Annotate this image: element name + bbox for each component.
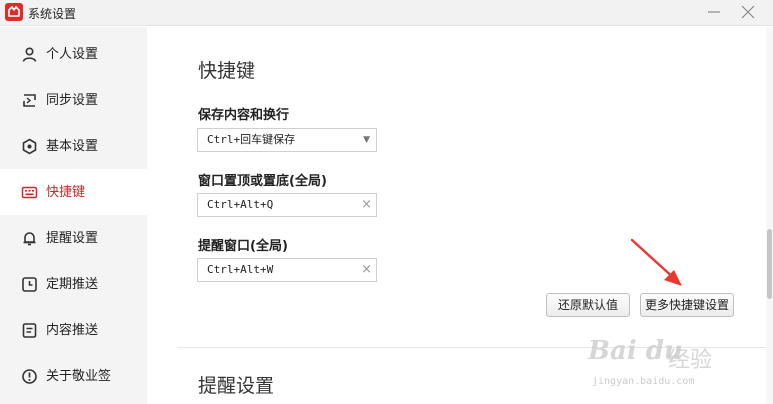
settings-icon bbox=[22, 138, 37, 155]
keyboard-icon bbox=[21, 186, 38, 199]
caret-down-icon: ▼ bbox=[363, 135, 370, 145]
annotation-arrow-icon bbox=[630, 238, 682, 286]
pin-shortcut-value: Ctrl+Alt+Q bbox=[207, 198, 274, 211]
pin-shortcut-label: 窗口置顶或置底(全局) bbox=[198, 174, 327, 189]
reminder-section-title: 提醒设置 bbox=[198, 375, 275, 397]
shortcuts-section-title: 快捷键 bbox=[198, 60, 256, 82]
bell-icon bbox=[23, 232, 36, 246]
sidebar-item-basic[interactable]: 基本设置 bbox=[0, 123, 147, 169]
save-shortcut-value: Ctrl+回车键保存 bbox=[207, 133, 296, 146]
sidebar-item-label: 基本设置 bbox=[46, 139, 99, 154]
minimize-icon bbox=[708, 11, 720, 13]
sidebar-item-label: 快捷键 bbox=[46, 185, 86, 200]
sidebar-item-about[interactable]: 关于敬业签 bbox=[0, 353, 147, 399]
title-bar: 系统设置 bbox=[0, 0, 773, 26]
app-logo-icon bbox=[5, 3, 23, 21]
more-shortcuts-button[interactable]: 更多快捷键设置 bbox=[640, 293, 734, 317]
sidebar: 个人设置 同步设置 基本设置 快捷键 提醒设置 定期推送 内容推送 关于敬业签 bbox=[0, 27, 147, 404]
clock-icon bbox=[22, 277, 37, 292]
remind-shortcut-value: Ctrl+Alt+W bbox=[207, 263, 274, 276]
scrollbar[interactable] bbox=[766, 27, 773, 404]
sidebar-item-label: 内容推送 bbox=[46, 323, 99, 338]
sidebar-item-personal[interactable]: 个人设置 bbox=[0, 31, 147, 77]
watermark-jingyan: 经验 bbox=[668, 348, 713, 373]
sidebar-item-label: 同步设置 bbox=[46, 93, 99, 108]
user-icon bbox=[22, 47, 37, 62]
sidebar-item-reminder[interactable]: 提醒设置 bbox=[0, 215, 147, 261]
sidebar-item-label: 个人设置 bbox=[46, 47, 99, 62]
remind-shortcut-label: 提醒窗口(全局) bbox=[198, 239, 288, 254]
sidebar-item-label: 关于敬业签 bbox=[46, 369, 112, 384]
watermark-url: jingyan.baidu.com bbox=[592, 376, 695, 387]
info-icon bbox=[22, 369, 37, 384]
remind-shortcut-input[interactable]: Ctrl+Alt+W × bbox=[197, 258, 377, 282]
window-title: 系统设置 bbox=[28, 7, 77, 21]
scrollbar-thumb[interactable] bbox=[767, 229, 772, 299]
minimize-button[interactable] bbox=[704, 3, 724, 21]
document-icon bbox=[22, 323, 37, 338]
sidebar-item-sync[interactable]: 同步设置 bbox=[0, 77, 147, 123]
close-icon bbox=[741, 5, 755, 19]
clear-icon[interactable]: × bbox=[361, 259, 372, 281]
sidebar-item-scheduled-push[interactable]: 定期推送 bbox=[0, 261, 147, 307]
close-button[interactable] bbox=[738, 3, 758, 21]
watermark: Bai du 经验 jingyan.baidu.com bbox=[588, 336, 738, 396]
clear-icon[interactable]: × bbox=[361, 194, 372, 216]
sidebar-item-shortcuts[interactable]: 快捷键 bbox=[0, 169, 147, 215]
sidebar-item-label: 定期推送 bbox=[46, 277, 99, 292]
sidebar-item-content-push[interactable]: 内容推送 bbox=[0, 307, 147, 353]
save-shortcut-select[interactable]: Ctrl+回车键保存 ▼ bbox=[197, 128, 377, 152]
pin-shortcut-input[interactable]: Ctrl+Alt+Q × bbox=[197, 193, 377, 217]
sync-icon bbox=[23, 94, 36, 107]
restore-defaults-button[interactable]: 还原默认值 bbox=[546, 293, 630, 317]
sidebar-item-label: 提醒设置 bbox=[46, 231, 99, 246]
save-shortcut-label: 保存内容和换行 bbox=[198, 108, 290, 123]
